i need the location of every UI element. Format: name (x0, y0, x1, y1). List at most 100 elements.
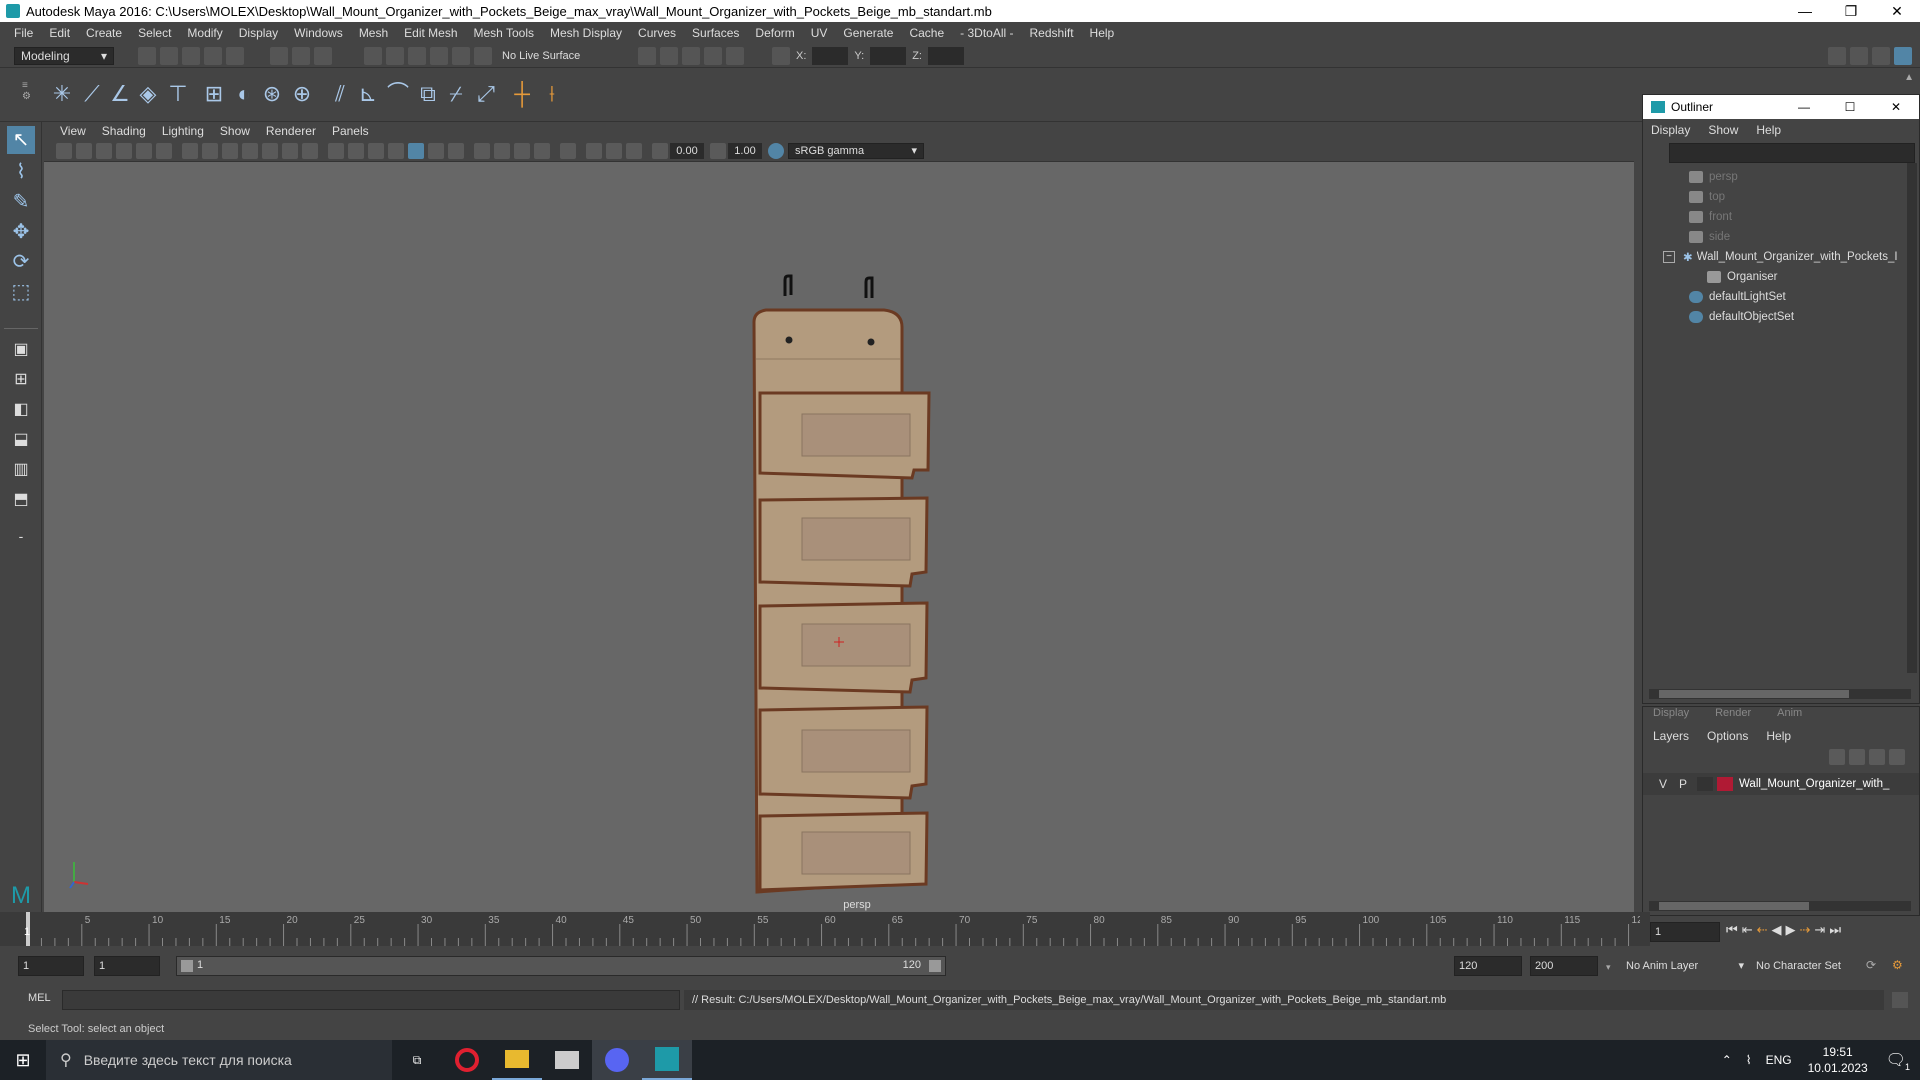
windows-start-icon[interactable]: ⊞ (0, 1050, 46, 1071)
tool-settings-icon[interactable] (1872, 46, 1890, 65)
collapse-icon[interactable]: − (1663, 251, 1675, 263)
mail-taskbar-icon[interactable] (542, 1040, 592, 1080)
outliner-menu-help[interactable]: Help (1756, 123, 1781, 137)
toolbox-collapse-icon[interactable]: - (7, 522, 35, 550)
close-button[interactable]: ✕ (1874, 3, 1920, 20)
extrude-tool-icon[interactable]: ⊤ (164, 80, 192, 108)
smooth-shade-icon[interactable] (348, 142, 364, 159)
menu-display[interactable]: Display (231, 26, 286, 40)
new-layer-icon[interactable] (1869, 749, 1885, 765)
outliner-restore-button[interactable]: ☐ (1827, 100, 1873, 114)
render-settings-icon[interactable] (682, 46, 700, 65)
ipr-render-icon[interactable] (660, 46, 678, 65)
multi-cut-icon[interactable]: ⊞ (200, 80, 228, 108)
select-hierarchy-icon[interactable] (270, 46, 288, 65)
snap-view-plane-icon[interactable] (430, 46, 448, 65)
clock[interactable]: 19:51 10.01.2023 (1808, 1044, 1868, 1076)
render-frame-icon[interactable] (638, 46, 656, 65)
vp-menu-shading[interactable]: Shading (94, 124, 154, 138)
bridge-icon[interactable]: ⌒ (384, 80, 412, 108)
outliner-close-button[interactable]: ✕ (1873, 100, 1919, 114)
connect-tool-icon[interactable]: ⌿ (442, 80, 470, 108)
depth-of-field-icon[interactable] (534, 142, 550, 159)
menu-create[interactable]: Create (78, 26, 130, 40)
shelf-scroll-up-icon[interactable]: ▲ (1904, 72, 1914, 83)
redo-icon[interactable] (226, 46, 244, 65)
range-end-handle[interactable] (929, 960, 941, 972)
snap-curve-icon[interactable] (386, 46, 404, 65)
layer-hscrollbar[interactable] (1649, 901, 1911, 911)
menu-3dtoall[interactable]: - 3DtoAll - (952, 26, 1021, 40)
network-icon[interactable]: ⌇ (1746, 1053, 1752, 1067)
menu-help[interactable]: Help (1082, 26, 1123, 40)
menu-edit-mesh[interactable]: Edit Mesh (396, 26, 465, 40)
color-management-icon[interactable] (768, 142, 784, 159)
wireframe-on-shaded-icon[interactable] (388, 142, 404, 159)
resolution-gate-icon[interactable] (222, 142, 238, 159)
sculpt-icon[interactable]: ⟋ (78, 80, 106, 108)
character-set-dropdown[interactable]: No Character Set (1752, 956, 1864, 976)
safe-title-icon[interactable] (302, 142, 318, 159)
hypershade-layout-icon[interactable]: ▥ (7, 456, 35, 484)
new-layer-selected-icon[interactable] (1889, 749, 1905, 765)
gamma-icon[interactable] (710, 142, 726, 159)
rotate-tool-icon[interactable]: ⟳ (7, 248, 35, 276)
image-plane-icon[interactable] (116, 142, 132, 159)
soft-select-icon[interactable]: ✳ (48, 80, 76, 108)
command-input[interactable] (62, 990, 680, 1010)
outliner-item-default-light-set[interactable]: defaultLightSet (1689, 287, 1919, 307)
outliner-item-organiser[interactable]: Organiser (1707, 267, 1919, 287)
shadows-icon[interactable] (448, 142, 464, 159)
play-forward-icon[interactable]: ▶ (1786, 922, 1796, 938)
menu-surfaces[interactable]: Surfaces (684, 26, 747, 40)
paint-select-icon[interactable]: ✎ (7, 188, 35, 216)
bookmark-icon[interactable] (96, 142, 112, 159)
menu-mesh[interactable]: Mesh (351, 26, 396, 40)
scene-canvas[interactable]: persp (44, 162, 1634, 912)
scroll-thumb[interactable] (1659, 690, 1849, 698)
anim-start-field[interactable]: 1 (18, 956, 84, 976)
outliner-item-organizer-group[interactable]: − ✱ Wall_Mount_Organizer_with_Pockets_I (1663, 247, 1919, 267)
auto-key-icon[interactable]: ⟳ (1866, 958, 1882, 974)
menu-deform[interactable]: Deform (747, 26, 802, 40)
layer-visibility-toggle[interactable]: V (1653, 777, 1673, 791)
play-backward-icon[interactable]: ◀ (1772, 922, 1782, 938)
uv-editor-layout-icon[interactable]: ⬒ (7, 486, 35, 514)
new-scene-icon[interactable] (138, 46, 156, 65)
range-start-handle[interactable] (181, 960, 193, 972)
maya-taskbar-icon[interactable] (642, 1040, 692, 1080)
notification-icon[interactable]: 🗨 1 (1886, 1050, 1910, 1072)
layer-row[interactable]: V P Wall_Mount_Organizer_with_ (1643, 773, 1919, 795)
vp-menu-view[interactable]: View (52, 124, 94, 138)
menu-select[interactable]: Select (130, 26, 179, 40)
grid-icon[interactable] (182, 142, 198, 159)
modeling-toolkit-icon[interactable] (1828, 46, 1846, 65)
menu-curves[interactable]: Curves (630, 26, 684, 40)
snap-pivot-icon[interactable]: ⟊ (538, 80, 566, 108)
go-to-end-icon[interactable]: ⏭ (1829, 922, 1841, 938)
isolate-select-icon[interactable] (560, 142, 576, 159)
camera-attributes-icon[interactable] (76, 142, 92, 159)
exposure-icon[interactable] (652, 142, 668, 159)
time-ruler[interactable]: 5 10 15 20 25 30 35 40 45 50 55 60 65 70 75 80 85 90 95 100… (0, 912, 1649, 946)
quad-draw-icon[interactable]: ◐ (230, 80, 258, 108)
playback-end-field[interactable]: 120 (1454, 956, 1522, 976)
hypershade-icon[interactable] (704, 46, 722, 65)
wireframe-icon[interactable] (328, 142, 344, 159)
target-weld-icon[interactable]: ⊕ (288, 80, 316, 108)
xray-active-icon[interactable] (606, 142, 622, 159)
color-space-dropdown[interactable]: sRGB gamma ▾ (788, 142, 924, 159)
menu-file[interactable]: File (6, 26, 41, 40)
two-d-pan-icon[interactable] (136, 142, 152, 159)
anim-preferences-icon[interactable]: ⚙ (1892, 958, 1908, 974)
multisample-aa-icon[interactable] (514, 142, 530, 159)
transform-mode-icon[interactable] (772, 46, 790, 65)
x-field[interactable] (812, 46, 849, 65)
mode-dropdown[interactable]: Modeling ▾ (14, 46, 114, 65)
tray-overflow-icon[interactable]: ⌃ (1722, 1053, 1732, 1067)
layer-color-swatch[interactable] (1717, 777, 1733, 791)
playback-start-field[interactable]: 1 (94, 956, 160, 976)
insert-edge-icon[interactable]: ⊾ (354, 80, 382, 108)
use-default-material-icon[interactable] (368, 142, 384, 159)
layers-menu-options[interactable]: Options (1707, 729, 1748, 743)
